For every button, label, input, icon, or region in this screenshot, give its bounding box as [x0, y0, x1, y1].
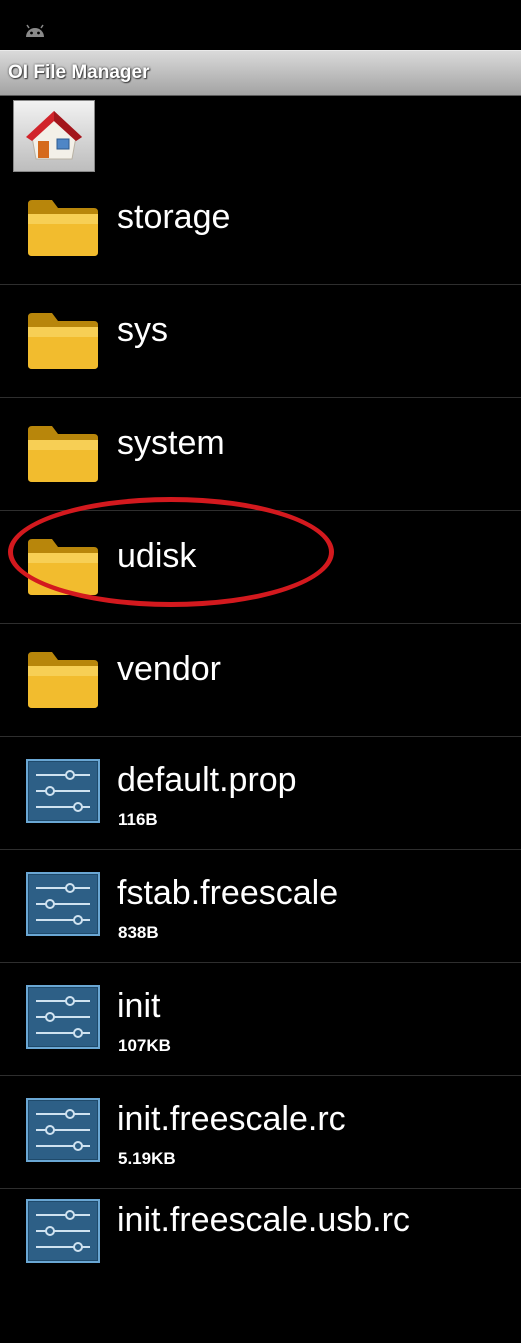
file-name: system: [117, 424, 225, 462]
settings-file-icon: [26, 759, 100, 823]
home-button[interactable]: [13, 100, 95, 172]
list-item[interactable]: init.freescale.usb.rc: [0, 1189, 521, 1302]
android-icon: [26, 24, 44, 37]
screen: OI File Manager storage sys system udisk…: [0, 0, 521, 1343]
toolbar: [0, 96, 521, 172]
settings-file-icon: [26, 1199, 100, 1263]
file-name: default.prop: [117, 761, 297, 799]
list-item[interactable]: storage: [0, 172, 521, 285]
settings-file-icon: [26, 1098, 100, 1162]
file-name: sys: [117, 311, 168, 349]
file-size: 5.19KB: [118, 1149, 176, 1168]
list-item[interactable]: vendor: [0, 624, 521, 737]
settings-file-icon: [26, 872, 100, 936]
file-name: init.freescale.usb.rc: [117, 1201, 410, 1239]
list-item[interactable]: sys: [0, 285, 521, 398]
file-name: vendor: [117, 650, 221, 688]
list-item[interactable]: fstab.freescale 838B: [0, 850, 521, 963]
file-name: udisk: [117, 537, 197, 575]
app-title: OI File Manager: [8, 62, 150, 83]
file-list: storage sys system udisk vendor default.…: [0, 172, 521, 1302]
folder-icon: [28, 539, 98, 595]
home-icon: [26, 111, 82, 160]
status-bar: [0, 0, 521, 50]
file-name: init: [117, 987, 161, 1025]
file-name: fstab.freescale: [117, 874, 339, 912]
file-size: 107KB: [118, 1036, 171, 1055]
file-name: init.freescale.rc: [117, 1100, 346, 1138]
folder-icon: [28, 313, 98, 369]
settings-file-icon: [26, 985, 100, 1049]
list-item[interactable]: default.prop 116B: [0, 737, 521, 850]
file-size: 838B: [118, 923, 159, 942]
folder-icon: [28, 426, 98, 482]
file-size: 116B: [118, 810, 158, 829]
folder-icon: [28, 652, 98, 708]
file-name: storage: [117, 198, 231, 236]
list-item[interactable]: udisk: [0, 511, 521, 624]
list-item[interactable]: init.freescale.rc 5.19KB: [0, 1076, 521, 1189]
list-item[interactable]: init 107KB: [0, 963, 521, 1076]
folder-icon: [28, 200, 98, 256]
list-item[interactable]: system: [0, 398, 521, 511]
title-bar: OI File Manager: [0, 50, 521, 96]
